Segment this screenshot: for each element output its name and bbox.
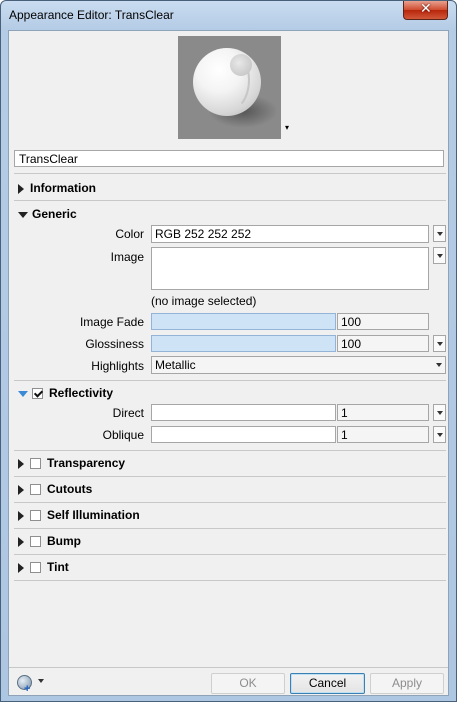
transparency-checkbox[interactable] bbox=[30, 458, 41, 470]
chevron-down-icon[interactable] bbox=[38, 679, 44, 683]
section-tint-label: Tint bbox=[47, 560, 69, 574]
glossiness-value-field[interactable]: 100 bbox=[337, 335, 429, 352]
divider bbox=[14, 450, 446, 451]
section-information-label: Information bbox=[30, 181, 96, 195]
glossiness-slider[interactable] bbox=[151, 335, 336, 352]
appearance-name-input[interactable]: TransClear bbox=[14, 150, 444, 167]
divider bbox=[14, 380, 446, 381]
tint-checkbox[interactable] bbox=[30, 562, 41, 574]
title-bar[interactable]: Appearance Editor: TransClear ✕ bbox=[1, 1, 456, 29]
section-reflectivity-header[interactable]: Reflectivity bbox=[18, 386, 113, 400]
image-dropdown-button[interactable] bbox=[433, 247, 446, 264]
collapse-arrow-icon bbox=[18, 211, 28, 218]
section-bump-label: Bump bbox=[47, 534, 81, 548]
appearance-editor-window: Appearance Editor: TransClear ✕ ▾ TransC… bbox=[0, 0, 457, 702]
image-fade-value-field[interactable]: 100 bbox=[337, 313, 429, 330]
direct-value-field[interactable]: 1 bbox=[337, 404, 429, 421]
section-self-illumination-label: Self Illumination bbox=[47, 508, 140, 522]
expand-arrow-icon bbox=[18, 562, 24, 573]
footer-divider bbox=[9, 667, 448, 668]
editor-client-area: ▾ TransClear Information Generic Color R… bbox=[8, 30, 449, 696]
preview-sphere-highlight bbox=[230, 54, 252, 76]
expand-arrow-icon bbox=[18, 484, 24, 495]
color-label: Color bbox=[115, 227, 144, 241]
highlights-select[interactable]: Metallic bbox=[151, 356, 446, 374]
bump-checkbox[interactable] bbox=[30, 536, 41, 548]
oblique-label: Oblique bbox=[102, 428, 144, 442]
section-generic-label: Generic bbox=[32, 207, 77, 221]
divider bbox=[14, 580, 446, 581]
oblique-color-field[interactable] bbox=[151, 426, 336, 443]
collapse-arrow-icon bbox=[18, 390, 28, 397]
color-field[interactable]: RGB 252 252 252 bbox=[151, 225, 429, 243]
apply-button[interactable]: Apply bbox=[370, 673, 444, 694]
section-reflectivity-label: Reflectivity bbox=[49, 386, 114, 400]
direct-label: Direct bbox=[112, 406, 144, 420]
highlights-selected-value: Metallic bbox=[155, 358, 196, 372]
section-transparency-header[interactable]: Transparency bbox=[18, 456, 125, 470]
color-dropdown-button[interactable] bbox=[433, 225, 446, 242]
section-self-illumination-header[interactable]: Self Illumination bbox=[18, 508, 140, 522]
close-button[interactable]: ✕ bbox=[403, 1, 448, 20]
expand-arrow-icon bbox=[18, 183, 24, 194]
section-generic-header[interactable]: Generic bbox=[18, 207, 77, 221]
reflectivity-checkbox[interactable] bbox=[32, 388, 43, 400]
image-fade-slider[interactable] bbox=[151, 313, 336, 330]
divider bbox=[14, 502, 446, 503]
material-preview-image bbox=[178, 36, 281, 139]
image-label: Image bbox=[110, 250, 144, 264]
section-cutouts-header[interactable]: Cutouts bbox=[18, 482, 92, 496]
glossiness-label: Glossiness bbox=[85, 337, 144, 351]
window-title: Appearance Editor: TransClear bbox=[9, 8, 174, 22]
section-tint-header[interactable]: Tint bbox=[18, 560, 69, 574]
cutouts-checkbox[interactable] bbox=[30, 484, 41, 496]
highlights-label: Highlights bbox=[91, 359, 144, 373]
chevron-down-icon bbox=[436, 363, 442, 367]
section-cutouts-label: Cutouts bbox=[47, 482, 93, 496]
expand-arrow-icon bbox=[18, 510, 24, 521]
image-fade-label: Image Fade bbox=[79, 315, 144, 329]
divider bbox=[14, 200, 446, 201]
image-hint: (no image selected) bbox=[151, 294, 257, 308]
image-field[interactable] bbox=[151, 247, 429, 290]
expand-arrow-icon bbox=[18, 458, 24, 469]
oblique-dropdown-button[interactable] bbox=[433, 426, 446, 443]
cancel-button[interactable]: Cancel bbox=[290, 673, 365, 694]
ok-button[interactable]: OK bbox=[211, 673, 285, 694]
divider bbox=[14, 528, 446, 529]
glossiness-dropdown-button[interactable] bbox=[433, 335, 446, 352]
oblique-value-field[interactable]: 1 bbox=[337, 426, 429, 443]
section-transparency-label: Transparency bbox=[47, 456, 126, 470]
divider bbox=[14, 173, 446, 174]
direct-dropdown-button[interactable] bbox=[433, 404, 446, 421]
expand-arrow-icon bbox=[18, 536, 24, 547]
section-information-header[interactable]: Information bbox=[18, 181, 96, 195]
divider bbox=[14, 476, 446, 477]
section-bump-header[interactable]: Bump bbox=[18, 534, 81, 548]
add-icon: + bbox=[24, 683, 31, 695]
close-icon: ✕ bbox=[420, 1, 432, 17]
preview-options-dropdown-icon[interactable]: ▾ bbox=[285, 123, 289, 132]
self-illumination-checkbox[interactable] bbox=[30, 510, 41, 522]
divider bbox=[14, 554, 446, 555]
direct-color-field[interactable] bbox=[151, 404, 336, 421]
